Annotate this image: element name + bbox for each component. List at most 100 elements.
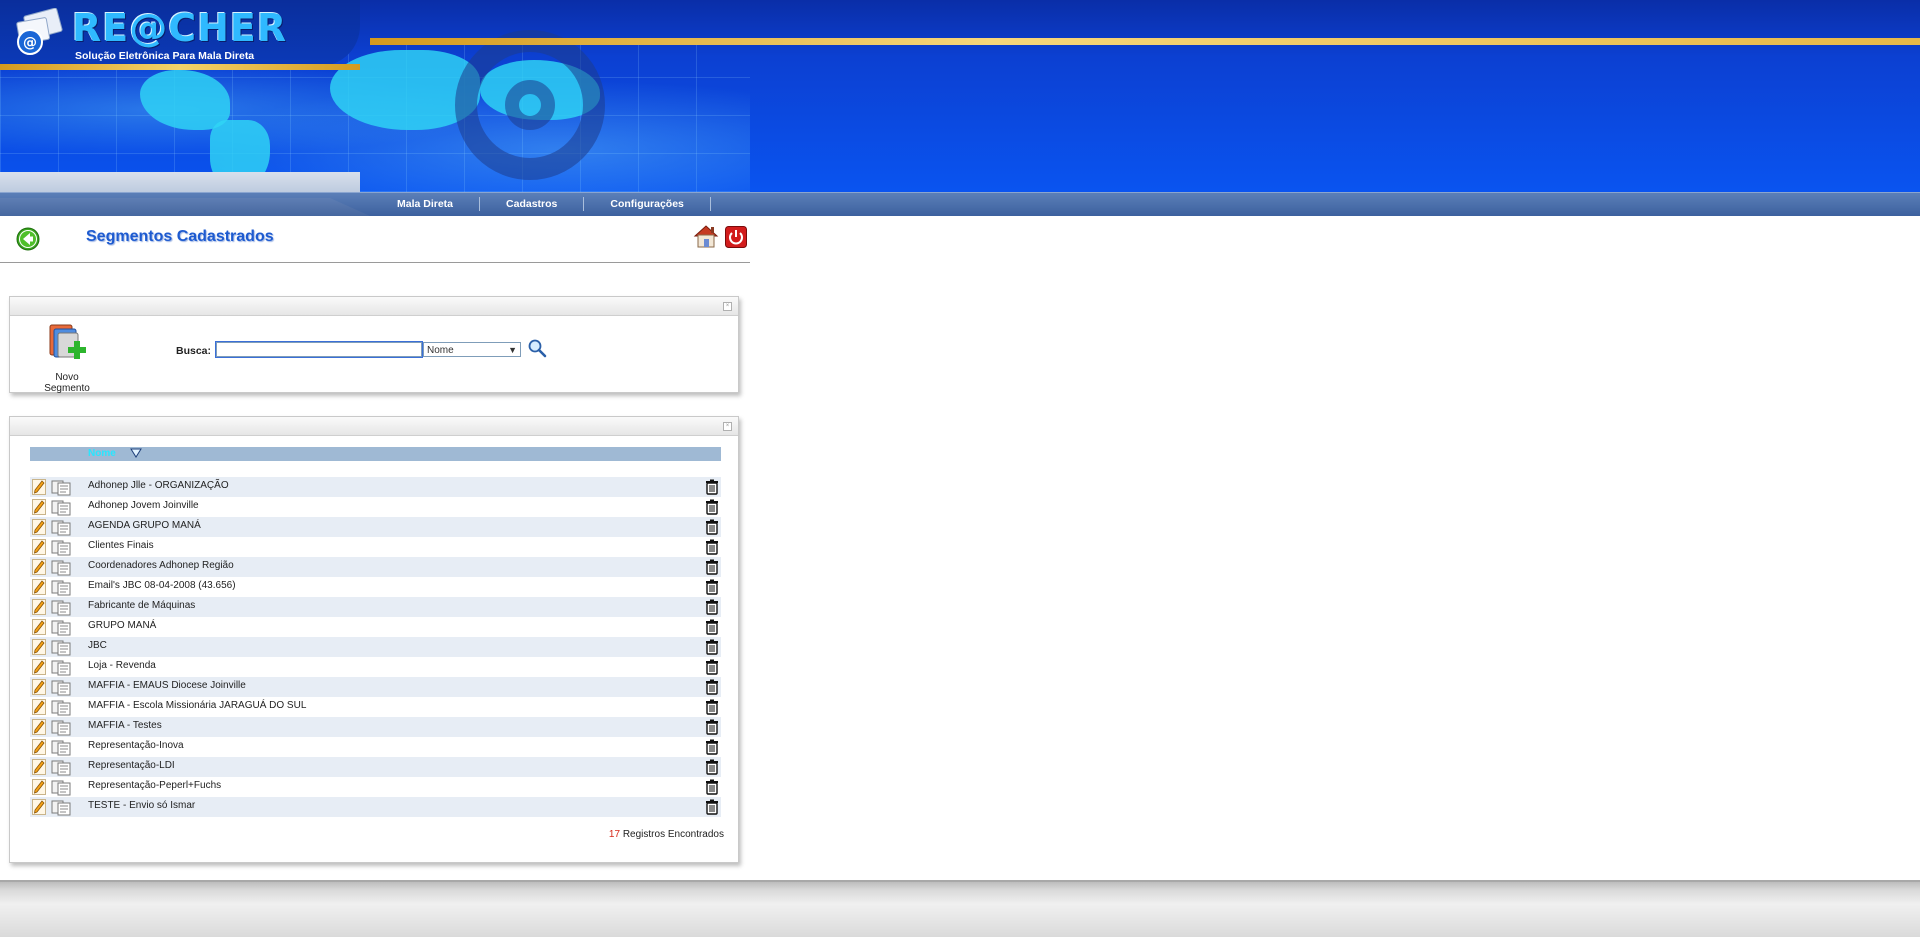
- delete-trash-icon[interactable]: [705, 539, 719, 555]
- segment-name: Email's JBC 08-04-2008 (43.656): [88, 580, 236, 591]
- panel-header: ×: [10, 297, 738, 316]
- delete-trash-icon[interactable]: [705, 479, 719, 495]
- delete-trash-icon[interactable]: [705, 759, 719, 775]
- table-row: Fabricante de Máquinas: [30, 597, 721, 617]
- delete-trash-icon[interactable]: [705, 519, 719, 535]
- table-row: JBC: [30, 637, 721, 657]
- records-found: 17 Registros Encontrados: [609, 829, 724, 840]
- power-logout-icon[interactable]: [725, 226, 747, 248]
- edit-pencil-icon[interactable]: [32, 739, 46, 755]
- edit-pencil-icon[interactable]: [32, 519, 46, 535]
- sort-arrow-icon[interactable]: [130, 448, 142, 458]
- edit-pencil-icon[interactable]: [32, 779, 46, 795]
- view-details-icon[interactable]: [51, 660, 71, 676]
- page-title-row: Segmentos Cadastrados: [0, 216, 750, 263]
- back-arrow-icon[interactable]: [16, 227, 40, 251]
- view-details-icon[interactable]: [51, 580, 71, 596]
- segment-name: Adhonep Jovem Joinville: [88, 500, 199, 511]
- edit-pencil-icon[interactable]: [32, 559, 46, 575]
- dropdown-arrow-icon: ▼: [508, 345, 517, 355]
- delete-trash-icon[interactable]: [705, 659, 719, 675]
- search-field-select[interactable]: Nome ▼: [423, 342, 521, 357]
- table-row: MAFFIA - EMAUS Diocese Joinville: [30, 677, 721, 697]
- nav-item-cadastros[interactable]: Cadastros: [480, 197, 585, 211]
- view-details-icon[interactable]: [51, 620, 71, 636]
- search-field-selected: Nome: [427, 345, 454, 356]
- delete-trash-icon[interactable]: [705, 579, 719, 595]
- table-row: AGENDA GRUPO MANÁ: [30, 517, 721, 537]
- edit-pencil-icon[interactable]: [32, 599, 46, 615]
- view-details-icon[interactable]: [51, 740, 71, 756]
- delete-trash-icon[interactable]: [705, 779, 719, 795]
- table-row: Representação-LDI: [30, 757, 721, 777]
- search-input[interactable]: [215, 341, 423, 358]
- panel-collapse-icon[interactable]: ×: [723, 422, 732, 431]
- main-nav: Mala Direta Cadastros Configurações: [377, 192, 711, 216]
- svg-text:@: @: [23, 35, 37, 51]
- table-row: Email's JBC 08-04-2008 (43.656): [30, 577, 721, 597]
- edit-pencil-icon[interactable]: [32, 639, 46, 655]
- table-row: Representação-Inova: [30, 737, 721, 757]
- segment-name: Representação-Inova: [88, 740, 184, 751]
- edit-pencil-icon[interactable]: [32, 679, 46, 695]
- edit-pencil-icon[interactable]: [32, 759, 46, 775]
- segment-name: MAFFIA - Escola Missionária JARAGUÁ DO S…: [88, 700, 307, 711]
- segment-name: AGENDA GRUPO MANÁ: [88, 520, 201, 531]
- table-row: Clientes Finais: [30, 537, 721, 557]
- delete-trash-icon[interactable]: [705, 799, 719, 815]
- new-segment-icon: [49, 324, 86, 359]
- edit-pencil-icon[interactable]: [32, 659, 46, 675]
- table-row: GRUPO MANÁ: [30, 617, 721, 637]
- edit-pencil-icon[interactable]: [32, 499, 46, 515]
- gold-divider: [370, 38, 1920, 45]
- search-icon[interactable]: [527, 338, 547, 358]
- table-header: Nome: [30, 447, 721, 461]
- panel-header: ×: [10, 417, 738, 436]
- delete-trash-icon[interactable]: [705, 639, 719, 655]
- view-details-icon[interactable]: [51, 680, 71, 696]
- delete-trash-icon[interactable]: [705, 619, 719, 635]
- edit-pencil-icon[interactable]: [32, 619, 46, 635]
- panel-collapse-icon[interactable]: ×: [723, 302, 732, 311]
- view-details-icon[interactable]: [51, 700, 71, 716]
- segment-name: Clientes Finais: [88, 540, 154, 551]
- delete-trash-icon[interactable]: [705, 679, 719, 695]
- new-segment-button[interactable]: Novo Segmento: [32, 323, 102, 394]
- edit-pencil-icon[interactable]: [32, 479, 46, 495]
- nav-item-mala-direta[interactable]: Mala Direta: [377, 197, 481, 211]
- home-icon[interactable]: [692, 222, 720, 250]
- view-details-icon[interactable]: [51, 520, 71, 536]
- view-details-icon[interactable]: [51, 560, 71, 576]
- view-details-icon[interactable]: [51, 720, 71, 736]
- delete-trash-icon[interactable]: [705, 559, 719, 575]
- view-details-icon[interactable]: [51, 800, 71, 816]
- delete-trash-icon[interactable]: [705, 719, 719, 735]
- segment-name: Coordenadores Adhonep Região: [88, 560, 234, 571]
- edit-pencil-icon[interactable]: [32, 799, 46, 815]
- view-details-icon[interactable]: [51, 760, 71, 776]
- table-row: Adhonep Jlle - ORGANIZAÇÃO: [30, 477, 721, 497]
- edit-pencil-icon[interactable]: [32, 719, 46, 735]
- records-label: Registros Encontrados: [622, 829, 724, 840]
- table-row: Adhonep Jovem Joinville: [30, 497, 721, 517]
- table-row: Coordenadores Adhonep Região: [30, 557, 721, 577]
- delete-trash-icon[interactable]: [705, 699, 719, 715]
- column-header-name[interactable]: Nome: [88, 448, 116, 459]
- delete-trash-icon[interactable]: [705, 499, 719, 515]
- view-details-icon[interactable]: [51, 640, 71, 656]
- view-details-icon[interactable]: [51, 500, 71, 516]
- view-details-icon[interactable]: [51, 540, 71, 556]
- table-row: TESTE - Envio só Ismar: [30, 797, 721, 817]
- nav-item-configuracoes[interactable]: Configurações: [584, 197, 711, 211]
- edit-pencil-icon[interactable]: [32, 579, 46, 595]
- delete-trash-icon[interactable]: [705, 739, 719, 755]
- view-details-icon[interactable]: [51, 600, 71, 616]
- table-row: MAFFIA - Escola Missionária JARAGUÁ DO S…: [30, 697, 721, 717]
- edit-pencil-icon[interactable]: [32, 699, 46, 715]
- segments-list-panel: × Nome Adhonep Jlle - ORGANIZAÇÃO Adhonep…: [9, 416, 739, 863]
- view-details-icon[interactable]: [51, 780, 71, 796]
- delete-trash-icon[interactable]: [705, 599, 719, 615]
- edit-pencil-icon[interactable]: [32, 539, 46, 555]
- view-details-icon[interactable]: [51, 480, 71, 496]
- segment-name: JBC: [88, 640, 107, 651]
